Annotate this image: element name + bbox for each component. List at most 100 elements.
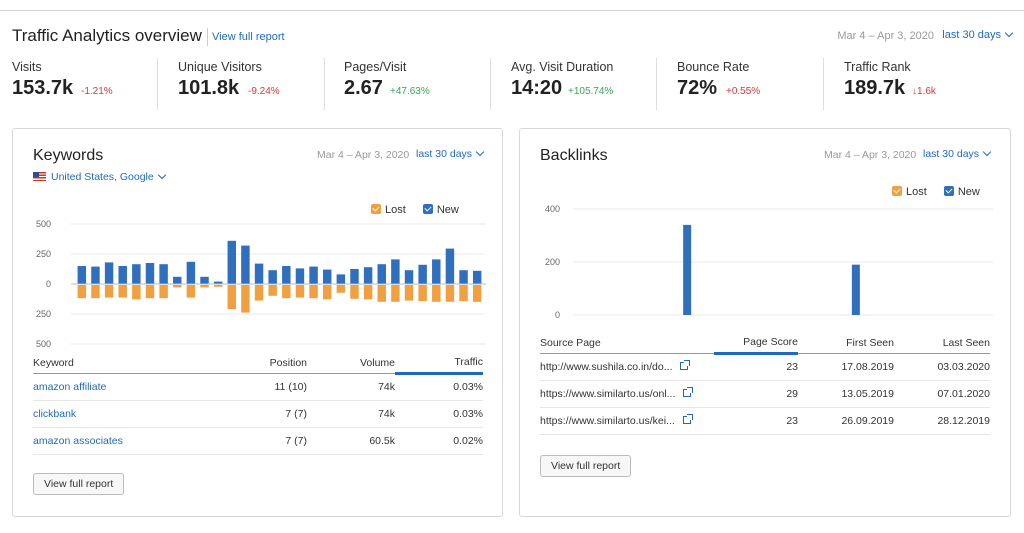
position-cell: 7 (7) [193, 400, 307, 428]
metric-divider [823, 58, 824, 110]
keywords-view-full-report-button[interactable]: View full report [33, 473, 125, 495]
col-keyword[interactable]: Keyword [33, 351, 193, 374]
bar-lost [118, 285, 127, 298]
metric-change: -9.24% [248, 86, 280, 97]
keywords-period-dropdown[interactable]: last 30 days [416, 147, 485, 160]
first-seen-cell: 17.08.2019 [798, 353, 894, 381]
col-last-seen[interactable]: Last Seen [894, 331, 990, 354]
bar-lost [241, 285, 250, 313]
bar-new [418, 264, 427, 284]
last-seen-cell: 07.01.2020 [894, 380, 990, 408]
bar-new [104, 262, 114, 284]
bar-new [683, 224, 692, 315]
keyword-link[interactable]: amazon affiliate [33, 381, 106, 393]
bar-lost [91, 285, 100, 299]
table-header-row: Keyword Position Volume Traffic [33, 351, 483, 375]
first-seen-cell: 13.05.2019 [798, 380, 894, 408]
bar-lost [200, 285, 209, 288]
y-tick-label: 0 [46, 279, 51, 289]
bar-lost [336, 285, 346, 293]
lost-checkbox-icon[interactable] [371, 204, 381, 214]
col-traffic[interactable]: Traffic [395, 351, 483, 375]
bar-new [159, 264, 168, 284]
metric-label: Unique Visitors [178, 60, 262, 74]
period-label: last 30 days [942, 29, 1001, 41]
bar-lost [295, 285, 305, 298]
bar-new [132, 264, 141, 284]
bar-lost [322, 285, 332, 300]
col-volume[interactable]: Volume [307, 351, 395, 374]
keyword-link[interactable]: amazon associates [33, 435, 123, 447]
bar-new [145, 263, 155, 284]
page-title: Traffic Analytics overview [12, 26, 202, 45]
bar-new [432, 259, 441, 284]
external-link-icon[interactable] [683, 386, 694, 397]
backlinks-date-range: Mar 4 – Apr 3, 2020 [824, 149, 917, 161]
bar-new [186, 261, 196, 284]
period-dropdown[interactable]: last 30 days [942, 28, 1014, 41]
region-label: United States, Google [51, 171, 154, 183]
col-first-seen[interactable]: First Seen [798, 331, 894, 354]
bar-lost [363, 285, 373, 300]
col-source-page[interactable]: Source Page [540, 331, 714, 354]
keyword-link[interactable]: clickbank [33, 408, 76, 420]
bar-new [851, 264, 860, 315]
metric-value: 189.7k [844, 77, 906, 99]
bar-lost [377, 285, 386, 302]
traffic-cell: 0.03% [395, 400, 483, 428]
lost-checkbox-icon[interactable] [892, 186, 902, 196]
source-page-url: https://www.similarto.us/kei... [540, 414, 675, 427]
col-page-score[interactable]: Page Score [714, 331, 798, 355]
new-checkbox-icon[interactable] [943, 186, 954, 196]
bar-lost [432, 285, 441, 302]
bar-lost [173, 285, 182, 288]
chevron-down-icon [157, 170, 166, 180]
metric-change: -1.21% [81, 86, 113, 97]
bar-lost [418, 285, 427, 302]
metric-value: 101.8k [178, 77, 240, 99]
bar-new [91, 266, 100, 284]
source-page-url: https://www.similarto.us/onl... [540, 387, 676, 400]
keywords-table: Keyword Position Volume Traffic amazon a… [33, 351, 483, 455]
chevron-down-icon [982, 147, 992, 157]
bar-lost [445, 285, 455, 302]
date-range: Mar 4 – Apr 3, 2020 [837, 30, 934, 42]
bar-lost [254, 285, 264, 301]
bar-new [391, 259, 400, 284]
metric-divider [157, 58, 158, 110]
traffic-cell: 0.03% [395, 373, 483, 401]
legend-lost-label: Lost [906, 186, 927, 198]
source-page-url: http://www.sushila.co.in/do... [540, 360, 673, 373]
backlinks-period-dropdown[interactable]: last 30 days [923, 147, 992, 160]
col-position[interactable]: Position [193, 351, 307, 374]
bar-lost [77, 285, 87, 299]
region-dropdown[interactable]: United States, Google [51, 170, 166, 183]
bar-lost [213, 285, 223, 287]
top-divider [0, 10, 1024, 11]
volume-cell: 74k [307, 400, 395, 428]
period-label: last 30 days [923, 148, 980, 160]
table-row: https://www.similarto.us/kei... 23 26.09… [540, 407, 990, 435]
new-checkbox-icon[interactable] [422, 204, 433, 214]
traffic-cell: 0.02% [395, 427, 483, 455]
view-full-report-link[interactable]: View full report [212, 31, 285, 43]
legend-new-label: New [436, 204, 459, 216]
bar-new [459, 270, 468, 284]
volume-cell: 74k [307, 373, 395, 401]
metric-change: +105.74% [568, 86, 614, 97]
table-row: clickbank 7 (7) 74k 0.03% [33, 400, 483, 428]
page-score-cell: 23 [714, 407, 798, 435]
y-tick-label: 400 [545, 204, 560, 214]
external-link-icon[interactable] [682, 413, 693, 424]
table-header-row: Source Page Page Score First Seen Last S… [540, 331, 990, 355]
bar-new [254, 263, 264, 284]
bar-lost [159, 285, 168, 299]
period-label: last 30 days [416, 148, 473, 160]
keywords-legend: Lost New [371, 204, 459, 216]
bar-new [227, 240, 237, 284]
external-link-icon[interactable] [680, 359, 691, 370]
us-flag-icon [33, 172, 46, 181]
bar-new [350, 269, 359, 284]
bar-lost [350, 285, 359, 299]
backlinks-view-full-report-button[interactable]: View full report [540, 455, 632, 477]
